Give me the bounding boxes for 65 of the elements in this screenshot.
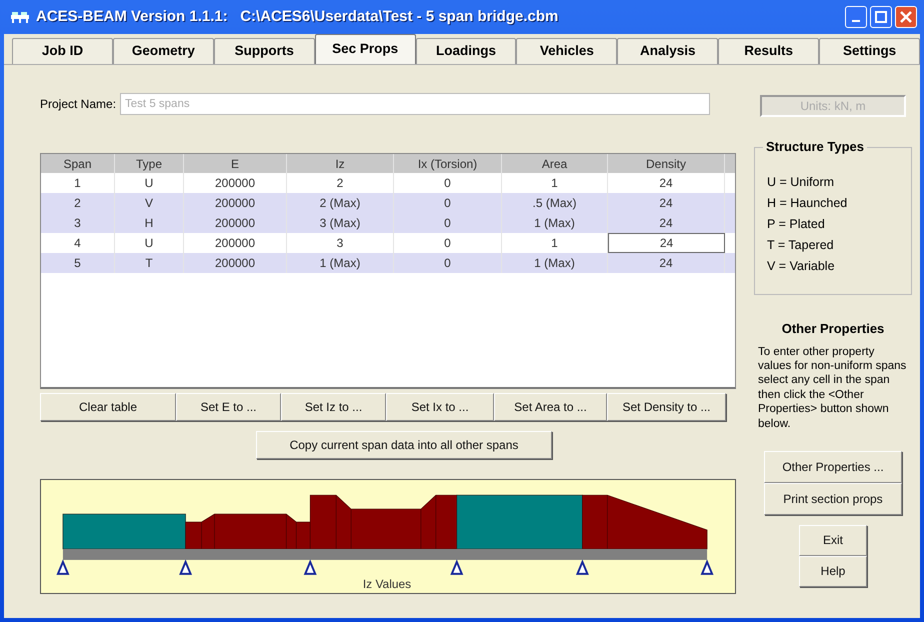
table-cell: H <box>115 213 184 233</box>
table-cell: 24 <box>608 253 725 273</box>
column-header[interactable]: Iz <box>287 154 394 173</box>
support-icon <box>179 559 192 575</box>
column-header[interactable]: Ix (Torsion) <box>394 154 502 173</box>
set-value-button[interactable]: Set E to ... <box>176 393 281 421</box>
set-value-button[interactable]: Clear table <box>40 393 176 421</box>
set-value-button[interactable]: Set Ix to ... <box>386 393 494 421</box>
tab[interactable]: Analysis <box>617 38 718 64</box>
other-properties-title: Other Properties <box>782 320 884 338</box>
table-cell: 200000 <box>184 253 287 273</box>
table-cell: 3 <box>41 213 115 233</box>
table-cell: T <box>115 253 184 273</box>
minimize-button[interactable] <box>845 6 867 28</box>
table-cell: 0 <box>394 253 502 273</box>
structure-type-item: V = Variable <box>767 258 836 275</box>
support-icon <box>700 559 714 575</box>
table-cell: 1 (Max) <box>287 253 394 273</box>
tab[interactable]: Results <box>718 38 820 64</box>
column-header[interactable]: Density <box>608 154 725 173</box>
close-button[interactable] <box>895 6 917 28</box>
units-display: Units: kN, m <box>760 95 906 117</box>
column-header[interactable]: E <box>184 154 287 173</box>
dialog-button[interactable]: Exit <box>799 524 867 556</box>
tab[interactable]: Geometry <box>112 38 214 64</box>
other-properties-text: To enter other property values for non-uniform spans select any cell in the span then click the <Other Properties> button shown below. <box>758 344 908 431</box>
structure-type-item: P = Plated <box>767 216 826 233</box>
table-cell: 1 (Max) <box>502 213 608 233</box>
tab[interactable]: Loadings <box>416 38 516 64</box>
table-cell: 200000 <box>184 213 287 233</box>
table-cell: 24 <box>608 233 725 253</box>
support-icon <box>450 559 464 575</box>
set-value-button[interactable]: Set Area to ... <box>494 393 607 421</box>
set-value-button[interactable]: Set Iz to ... <box>281 393 386 421</box>
column-header[interactable]: Span <box>41 154 115 173</box>
minimize-icon <box>852 20 860 22</box>
tab[interactable]: Vehicles <box>516 38 618 64</box>
table-cell: 3 (Max) <box>287 213 394 233</box>
side-button[interactable]: Other Properties ... <box>764 450 902 483</box>
maximize-icon <box>875 11 887 23</box>
structure-type-item: U = Uniform <box>767 174 836 191</box>
close-icon <box>900 11 912 23</box>
tab[interactable]: Job ID <box>12 38 113 64</box>
table-cell: 1 (Max) <box>502 253 608 273</box>
copy-span-data-button[interactable]: Copy current span data into all other spans <box>256 431 552 459</box>
column-header[interactable]: Area <box>502 154 608 173</box>
tab[interactable]: Sec Props <box>314 34 416 64</box>
tab[interactable]: Supports <box>214 38 315 64</box>
diagram-caption: Iz Values <box>362 576 412 591</box>
table-cell: 0 <box>394 213 502 233</box>
support-icon <box>576 559 589 575</box>
structure-type-item: T = Tapered <box>767 237 835 254</box>
column-header[interactable]: Type <box>115 154 184 173</box>
structure-type-item: H = Haunched <box>767 195 848 212</box>
app-logo-icon <box>10 10 30 24</box>
table-cell: 5 <box>41 253 115 273</box>
support-icon <box>304 559 317 575</box>
set-value-button[interactable]: Set Density to ... <box>607 393 726 421</box>
dialog-button[interactable]: Help <box>799 556 867 587</box>
support-icon <box>56 559 70 575</box>
window-title: ACES-BEAM Version 1.1.1: C:\ACES6\Userdata\Test - 5 span bridge.cbm <box>36 6 558 27</box>
side-button[interactable]: Print section props <box>764 482 902 515</box>
project-name-label: Project Name: <box>40 96 116 113</box>
tab[interactable]: Settings <box>819 38 920 64</box>
maximize-button[interactable] <box>870 6 892 28</box>
